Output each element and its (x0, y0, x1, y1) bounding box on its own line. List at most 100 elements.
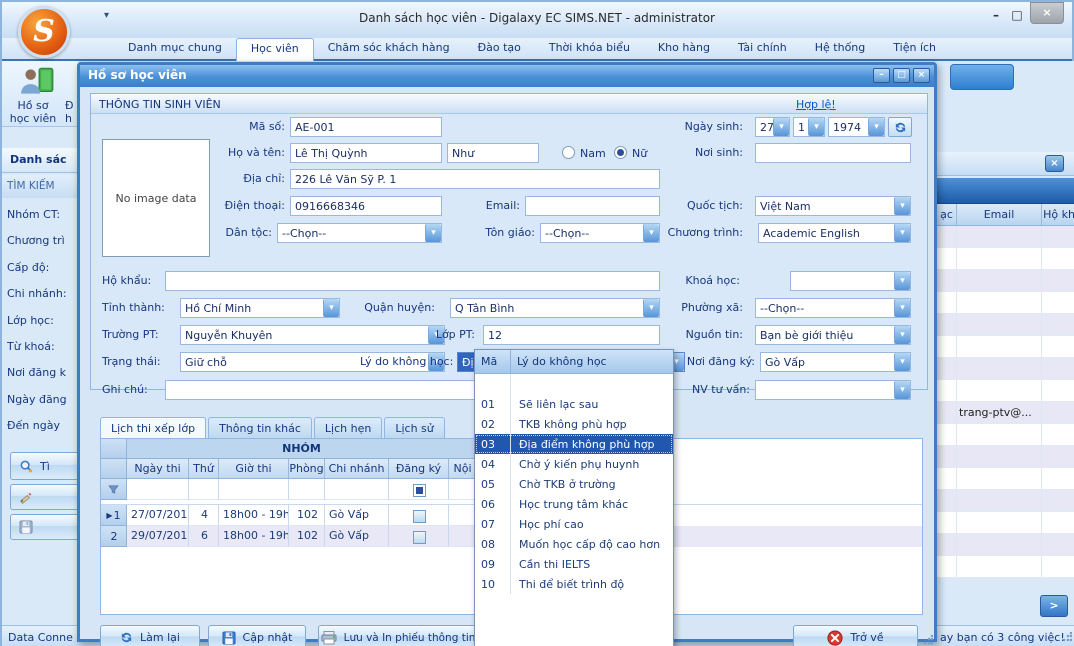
lop-pt-input[interactable]: 12 (483, 325, 660, 345)
tab-danh-sach[interactable]: Danh sác (2, 148, 78, 166)
dropdown-arrow-icon[interactable]: ▾ (894, 299, 910, 317)
nv-tu-van-combo[interactable]: ▾ (755, 380, 911, 400)
resize-grip[interactable] (1062, 632, 1072, 642)
noi-dang-ky-combo[interactable]: Gò Vấp ▾ (760, 352, 911, 372)
ngay-thi-cell[interactable]: 29/07/2016 (127, 526, 189, 547)
dropdown-item[interactable]: 01 Sẽ liên lạc sau (475, 394, 673, 414)
app-logo-icon[interactable]: S (18, 6, 70, 58)
column-header[interactable]: Đăng ký (389, 459, 449, 479)
background-grid-row[interactable]: trang-ptv@... (937, 402, 1074, 424)
dropdown-item[interactable]: 09 Cần thi IELTS (475, 554, 673, 574)
email-input[interactable] (525, 196, 660, 216)
thu-cell[interactable]: 6 (189, 526, 219, 547)
filter-checkbox[interactable] (413, 484, 426, 497)
phuong-xa-combo[interactable]: --Chọn-- ▾ (755, 298, 911, 318)
chi-nhanh-cell[interactable]: Gò Vấp (325, 526, 389, 547)
menu-tab[interactable]: Học viên (236, 38, 314, 61)
detail-tab[interactable]: Thông tin khác (208, 417, 312, 438)
background-grid-row[interactable] (937, 248, 1074, 270)
dropdown-arrow-icon[interactable]: ▾ (323, 299, 339, 317)
nguon-tin-combo[interactable]: Bạn bè giới thiệu ▾ (755, 325, 911, 345)
dropdown-arrow-icon[interactable]: ▾ (894, 381, 910, 399)
background-grid-row[interactable] (937, 446, 1074, 468)
dropdown-arrow-icon[interactable]: ▾ (894, 353, 910, 371)
birth-day-combo[interactable]: 27 ▾ (755, 117, 790, 137)
background-grid-row[interactable] (937, 556, 1074, 578)
dropdown-item[interactable]: 03 Địa điểm không phù hợp (475, 434, 673, 454)
radio-nam[interactable] (562, 146, 575, 159)
dropdown-arrow-icon[interactable]: ▾ (425, 224, 441, 242)
menu-tab[interactable]: Danh mục chung (114, 38, 236, 61)
quick-access-dropdown-icon[interactable]: ▾ (104, 10, 109, 21)
student-photo-placeholder[interactable]: No image data (102, 139, 210, 257)
ton-giao-combo[interactable]: --Chọn-- ▾ (540, 223, 660, 243)
column-header[interactable]: Hộ kh (1042, 204, 1074, 225)
khoa-hoc-combo[interactable]: ▾ (790, 271, 911, 291)
dia-chi-input[interactable]: 226 Lê Văn Sỹ P. 1 (290, 169, 660, 189)
dropdown-item[interactable]: 08 Muốn học cấp độ cao hơn (475, 534, 673, 554)
chuong-trinh-combo[interactable]: Academic English ▾ (758, 223, 911, 243)
student-profile-icon[interactable] (18, 66, 56, 98)
background-grid-row[interactable] (937, 226, 1074, 248)
column-header[interactable]: Chi nhánh (325, 459, 389, 479)
detail-tab[interactable]: Lịch thi xếp lớp (100, 417, 206, 438)
dropdown-arrow-icon[interactable]: ▾ (643, 299, 659, 317)
valid-link[interactable]: Hợp lệ! (796, 98, 836, 111)
toolbar-item2-fragment[interactable]: h (65, 112, 72, 125)
menu-tab[interactable]: Tài chính (724, 38, 801, 61)
background-grid-row[interactable] (937, 314, 1074, 336)
row-header[interactable]: 2 (101, 526, 127, 547)
truong-pt-combo[interactable]: Nguyễn Khuyên ▾ (180, 325, 445, 345)
menu-tab[interactable]: Đào tạo (464, 38, 535, 61)
dialog-maximize-button[interactable]: □ (893, 68, 910, 83)
ho-khau-input[interactable] (165, 271, 660, 291)
dang-ky-checkbox[interactable] (413, 531, 426, 544)
background-grid-row[interactable] (937, 512, 1074, 534)
dropdown-item[interactable]: 06 Học trung tâm khác (475, 494, 673, 514)
quan-huyen-combo[interactable]: Q Tân Bình ▾ (450, 298, 660, 318)
background-grid-row[interactable] (937, 336, 1074, 358)
ngay-thi-cell[interactable]: 27/07/2016 (127, 505, 189, 526)
detail-tab[interactable]: Lịch sử (384, 417, 444, 438)
scroll-right-button[interactable]: > (1040, 595, 1068, 617)
dropdown-arrow-icon[interactable]: ▾ (808, 118, 824, 136)
gio-thi-cell[interactable]: 18h00 - 19h00 (219, 505, 289, 526)
cap-nhat-button[interactable]: Cập nhật (208, 625, 306, 646)
ho-ten-input[interactable]: Lê Thị Quỳnh (290, 143, 442, 163)
dropdown-item[interactable]: 04 Chờ ý kiến phụ huynh (475, 454, 673, 474)
luu-va-in-button[interactable]: Lưu và In phiếu thông tin (318, 625, 478, 646)
background-grid-row[interactable] (937, 270, 1074, 292)
dropdown-item[interactable]: 02 TKB không phù hợp (475, 414, 673, 434)
dialog-close-button[interactable]: × (913, 68, 930, 83)
menu-tab[interactable]: Thời khóa biểu (535, 38, 644, 61)
phong-cell[interactable]: 102 (289, 505, 325, 526)
ma-so-input[interactable]: AE-001 (290, 117, 442, 137)
background-grid-row[interactable] (937, 380, 1074, 402)
background-grid-row[interactable] (937, 468, 1074, 490)
gio-thi-cell[interactable]: 18h00 - 19h00 (219, 526, 289, 547)
panel-close-button[interactable]: × (1045, 155, 1064, 172)
quoc-tich-combo[interactable]: Việt Nam ▾ (755, 196, 911, 216)
dialog-minimize-button[interactable]: – (873, 68, 890, 83)
noi-sinh-input[interactable] (755, 143, 911, 163)
column-header[interactable]: Phòng (289, 459, 325, 479)
ten-input[interactable]: Như (447, 143, 539, 163)
menu-tab[interactable]: Kho hàng (644, 38, 724, 61)
dialog-titlebar[interactable]: Hồ sơ học viên – □ × (80, 65, 934, 87)
dien-thoai-input[interactable]: 0916668346 (290, 196, 442, 216)
thu-cell[interactable]: 4 (189, 505, 219, 526)
dropdown-item[interactable]: 05 Chờ TKB ở trường (475, 474, 673, 494)
tro-ve-button[interactable]: Trở về (793, 625, 918, 646)
edit-button[interactable] (10, 484, 82, 510)
background-grid-row[interactable] (937, 424, 1074, 446)
detail-tab[interactable]: Lịch hẹn (314, 417, 382, 438)
refresh-date-button[interactable] (888, 117, 912, 137)
column-header[interactable]: ạc (937, 204, 957, 225)
birth-month-combo[interactable]: 1 ▾ (793, 117, 825, 137)
toolbar-item-label[interactable]: Hồ sơ (4, 99, 62, 112)
chi-nhanh-cell[interactable]: Gò Vấp (325, 505, 389, 526)
dropdown-arrow-icon[interactable]: ▾ (773, 118, 789, 136)
find-button[interactable]: Tì (10, 452, 82, 480)
dropdown-arrow-icon[interactable]: ▾ (868, 118, 884, 136)
window-close-button[interactable]: × (1030, 2, 1064, 24)
